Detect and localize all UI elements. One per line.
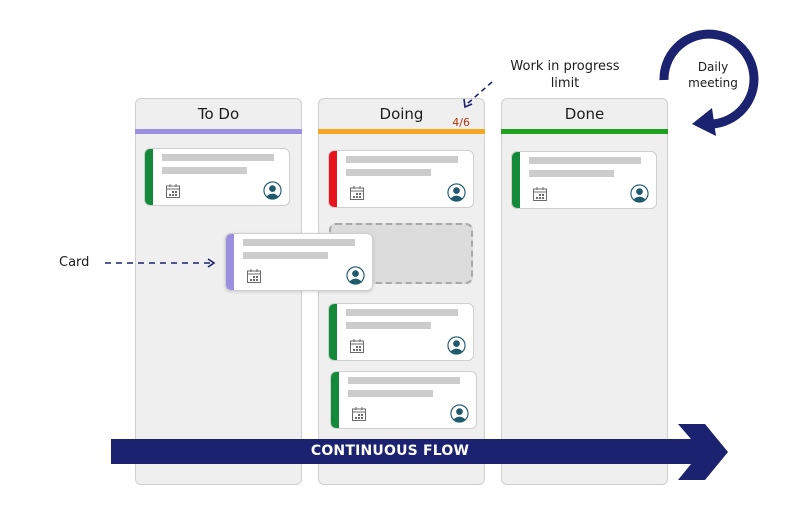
card-annotation-label: Card: [59, 255, 90, 270]
wip-annotation-line: limit: [550, 76, 580, 91]
wip-annotation-line: Work in progress: [510, 59, 620, 74]
continuous-flow-label: CONTINUOUS FLOW: [310, 443, 470, 459]
daily-meeting-arrowhead: [692, 108, 716, 136]
daily-meeting-line: meeting: [688, 76, 738, 90]
daily-meeting-line: Daily: [697, 60, 729, 74]
wip-annotation-label: Work in progress limit: [490, 58, 640, 92]
daily-meeting-label: Daily meeting: [673, 59, 753, 91]
wip-pointer-arrow: [466, 81, 493, 105]
